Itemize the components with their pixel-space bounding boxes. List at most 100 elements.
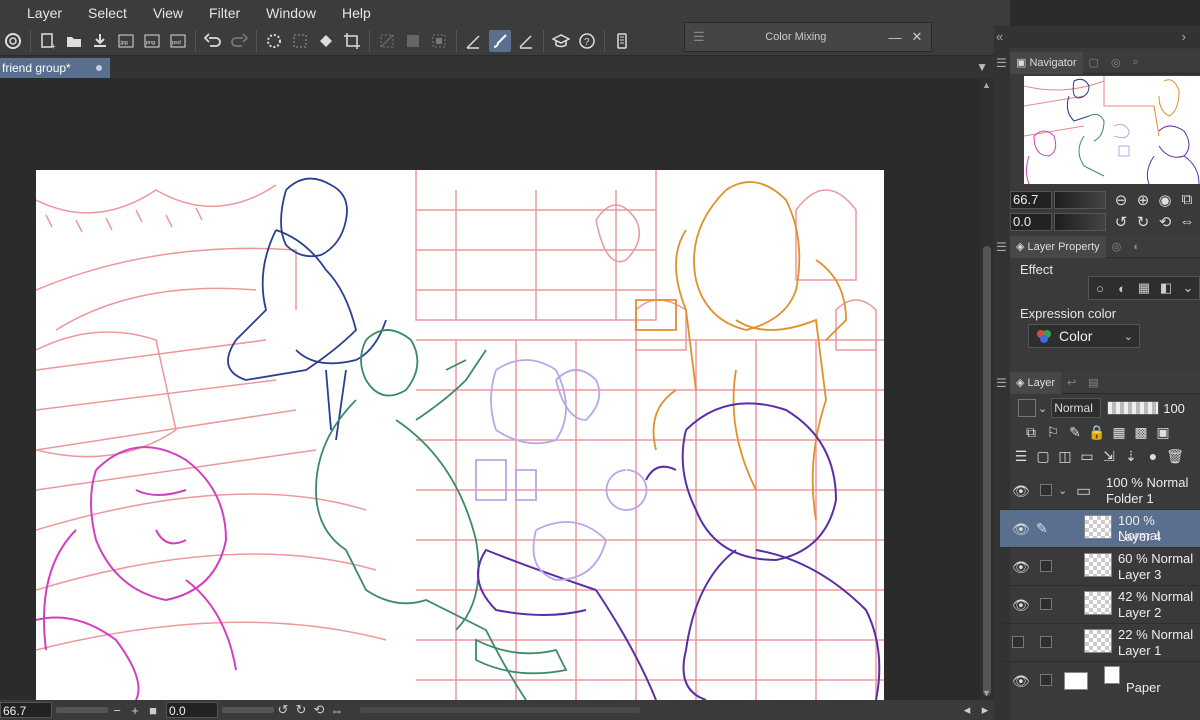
navigator-rotation-field[interactable]: 0.0 — [1010, 213, 1052, 231]
menu-help[interactable]: Help — [329, 0, 384, 26]
invert-selection-icon[interactable] — [402, 30, 424, 52]
drag-handle-icon[interactable]: ☰ — [693, 29, 705, 45]
close-icon[interactable]: ✕ — [909, 29, 925, 45]
visibility-toggle-hidden[interactable] — [1012, 636, 1024, 648]
effect-chevron-down-icon[interactable]: ⌄ — [1177, 280, 1199, 296]
companion-mode-icon[interactable] — [611, 30, 633, 52]
visibility-eye-icon[interactable]: 👁 — [1012, 559, 1030, 576]
status-zoom-field[interactable]: 66.7 — [0, 702, 52, 718]
zoom-out-icon[interactable]: ⊖ — [1110, 191, 1132, 209]
flip-horizontal-icon[interactable]: ⇔ — [1176, 213, 1198, 231]
tab-navigator[interactable]: ▣ Navigator — [1010, 51, 1083, 74]
flip-horizontal-icon[interactable]: ⇔ — [328, 703, 346, 718]
layer-lock-checkbox[interactable] — [1040, 598, 1052, 610]
canvas-vertical-scrollbar[interactable]: ▲ ▼ — [980, 78, 994, 700]
drawing-canvas[interactable] — [36, 170, 884, 700]
collapse-left-icon[interactable]: « — [996, 29, 1003, 44]
fit-to-window-icon[interactable]: ⧉ — [1176, 191, 1198, 209]
menu-window[interactable]: Window — [253, 0, 329, 26]
mask-disabled-icon[interactable]: ▩ — [1130, 424, 1152, 441]
navigator-preview[interactable] — [1024, 76, 1200, 184]
selection-dotted-icon[interactable] — [289, 30, 311, 52]
status-zoom-slider[interactable] — [56, 707, 108, 713]
tab-color-wheel[interactable]: ◐ — [1127, 236, 1146, 258]
layer-lock-checkbox[interactable] — [1040, 560, 1052, 572]
visibility-eye-icon[interactable]: 👁 — [1012, 673, 1030, 690]
blend-mode-select[interactable]: Normal — [1051, 398, 1102, 418]
scroll-down-icon[interactable]: ▼ — [982, 688, 991, 698]
visibility-eye-icon[interactable]: 👁 — [1012, 597, 1030, 614]
actual-size-icon[interactable]: ◉ — [1154, 191, 1176, 209]
minimize-icon[interactable]: — — [887, 30, 903, 45]
selection-border-icon[interactable] — [428, 30, 450, 52]
reference-layer-icon[interactable]: ⚐ — [1042, 424, 1064, 441]
reset-rotation-icon[interactable]: ⟲ — [1154, 213, 1176, 231]
brush-snap-icon[interactable] — [489, 29, 511, 52]
export-psd-icon[interactable]: psd — [167, 30, 189, 52]
fill-bucket-icon[interactable] — [315, 30, 337, 52]
lock-transparent-icon[interactable]: ▦ — [1108, 424, 1130, 441]
fit-view-icon[interactable]: ■ — [144, 703, 162, 718]
merge-down-icon[interactable]: ⇣ — [1120, 448, 1142, 465]
status-rotation-slider[interactable] — [222, 707, 274, 713]
open-folder-icon[interactable] — [63, 30, 85, 52]
status-rotation-field[interactable]: 0.0 — [166, 702, 218, 718]
mask-icon[interactable]: ▣ — [1152, 424, 1174, 441]
ruler-snap-icon[interactable] — [463, 30, 485, 52]
chevron-down-icon[interactable]: ⌄ — [1038, 402, 1047, 415]
tab-search[interactable]: ⌕ — [1127, 52, 1145, 74]
move-layer-icon[interactable]: ⇲ — [1098, 448, 1120, 465]
visibility-eye-icon[interactable]: 👁 — [1012, 521, 1030, 538]
panel-menu-icon[interactable]: ☰ — [996, 240, 1007, 254]
layer-row-folder[interactable]: 👁 ⌄ ▭ 100 % Normal Folder 1 — [1000, 472, 1200, 510]
menu-layer[interactable]: Layer — [14, 0, 75, 26]
folder-expand-chevron-icon[interactable]: ⌄ — [1058, 484, 1067, 497]
zoom-in-icon[interactable]: ⊕ — [1132, 191, 1154, 209]
delete-layer-icon[interactable]: 🗑 — [1164, 448, 1186, 465]
tab-layer-property[interactable]: ◈ Layer Property — [1010, 235, 1106, 258]
layer-color-icon[interactable]: ◧ — [1155, 280, 1177, 296]
document-tab[interactable]: friend group* — [0, 58, 110, 78]
zoom-out-icon[interactable]: − — [108, 703, 126, 718]
layer-row-layer-2[interactable]: 👁 42 % Normal Layer 2 — [1000, 586, 1200, 624]
unsaved-indicator-icon[interactable] — [96, 65, 102, 71]
pen-snap-icon[interactable] — [515, 30, 537, 52]
scroll-right-icon[interactable]: ▸ — [976, 702, 994, 718]
visibility-eye-icon[interactable]: 👁 — [1012, 483, 1030, 500]
graduation-cap-icon[interactable] — [550, 30, 572, 52]
tab-list-chevron-icon[interactable]: ▼ — [976, 60, 988, 74]
layer-row-layer-4[interactable]: 👁 ✎ 100 % Normal Layer 4 — [1000, 510, 1200, 548]
reset-rotation-icon[interactable]: ⟲ — [310, 702, 328, 718]
layer-row-paper[interactable]: 👁 Paper — [1000, 662, 1200, 700]
new-raster-layer-icon[interactable]: ▢ — [1032, 448, 1054, 465]
panel-menu-icon[interactable]: ☰ — [996, 376, 1007, 390]
scrollbar-thumb[interactable] — [983, 246, 991, 696]
rotate-right-icon[interactable]: ↻ — [1132, 213, 1154, 231]
deselect-icon[interactable] — [376, 30, 398, 52]
tab-layer[interactable]: ◈ Layer — [1010, 371, 1062, 394]
color-mixing-panel[interactable]: ☰ Color Mixing — ✕ — [684, 22, 932, 52]
border-effect-icon[interactable]: ○ — [1089, 281, 1111, 296]
scroll-left-icon[interactable]: ◂ — [958, 702, 976, 718]
tab-animation[interactable]: ▤ — [1082, 372, 1104, 394]
lock-layer-icon[interactable]: 🔒 — [1086, 424, 1108, 441]
layer-color-swatch[interactable] — [1018, 399, 1036, 417]
new-file-icon[interactable]: + — [37, 30, 59, 52]
scroll-up-icon[interactable]: ▲ — [982, 80, 991, 90]
layer-row-layer-1[interactable]: 22 % Normal Layer 1 — [1000, 624, 1200, 662]
collapse-right-icon[interactable]: › — [1182, 29, 1186, 44]
tab-item-bank[interactable]: ◎ — [1105, 52, 1127, 74]
layer-opacity-slider[interactable] — [1107, 401, 1160, 415]
redo-icon[interactable] — [228, 30, 250, 52]
menu-select[interactable]: Select — [75, 0, 140, 26]
layer-panel-menu-icon[interactable]: ☰ — [1010, 448, 1032, 465]
canvas-area[interactable] — [0, 78, 980, 700]
zoom-in-icon[interactable]: + — [126, 703, 144, 718]
export-jpg-icon[interactable]: jpg — [115, 30, 137, 52]
app-logo-icon[interactable] — [2, 30, 24, 52]
tone-effect-icon[interactable]: ▦ — [1133, 280, 1155, 296]
layer-lock-checkbox[interactable] — [1040, 484, 1052, 496]
navigator-zoom-field[interactable]: 66.7 — [1010, 191, 1052, 209]
clip-layer-icon[interactable]: ⧉ — [1020, 424, 1042, 441]
new-vector-layer-icon[interactable]: ◫ — [1054, 448, 1076, 465]
